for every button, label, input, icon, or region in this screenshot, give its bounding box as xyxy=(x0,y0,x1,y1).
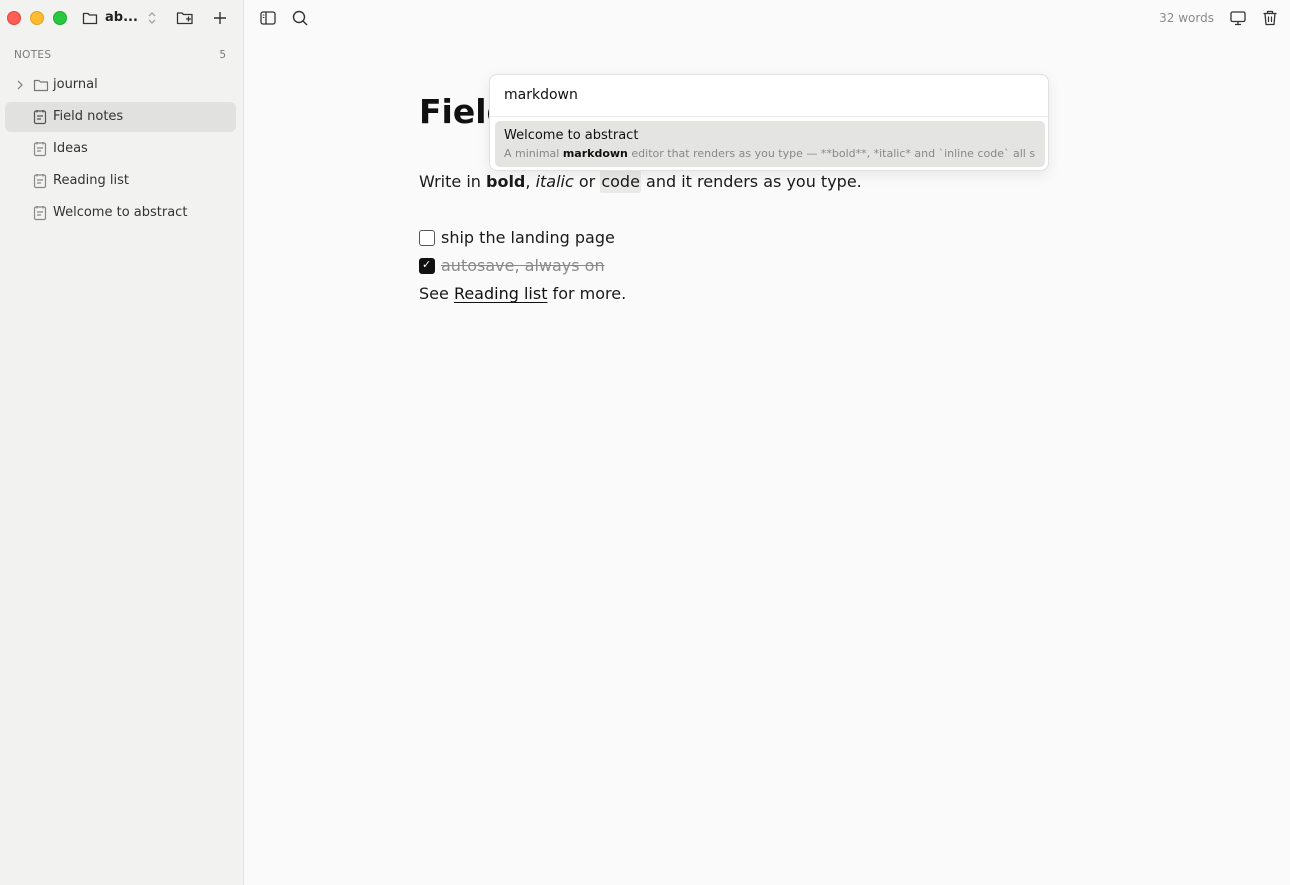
divider xyxy=(490,116,1048,117)
chevron-right-icon[interactable] xyxy=(15,79,25,91)
word-count: 32 words xyxy=(1159,11,1214,25)
text-segment: Write in xyxy=(419,172,486,191)
window-minimize-button[interactable] xyxy=(30,11,44,25)
sidebar-item-reading-list[interactable]: Reading list xyxy=(5,166,236,196)
sidebar-item-label: Ideas xyxy=(53,141,88,156)
sidebar-item-journal[interactable]: journal xyxy=(5,70,236,100)
sidebar: ab... NOTES 5 journal Field notes Ideas xyxy=(0,0,244,885)
notes-section-header: NOTES 5 xyxy=(14,49,226,63)
new-folder-button[interactable] xyxy=(176,9,194,27)
sidebar-item-ideas[interactable]: Ideas xyxy=(5,134,236,164)
note-link-reading-list[interactable]: Reading list xyxy=(454,284,548,303)
text-segment: , xyxy=(525,172,536,191)
search-result-snippet: A minimal markdown editor that renders a… xyxy=(504,147,1036,160)
search-input[interactable] xyxy=(504,87,1024,103)
task-checkbox[interactable] xyxy=(419,230,435,246)
task-text[interactable]: ship the landing page xyxy=(441,228,615,247)
window-maximize-button[interactable] xyxy=(53,11,67,25)
sidebar-item-label: Welcome to abstract xyxy=(53,205,188,220)
sidebar-item-welcome-to-abstract[interactable]: Welcome to abstract xyxy=(5,198,236,228)
new-note-button[interactable] xyxy=(211,9,229,27)
inline-code: code xyxy=(600,170,641,193)
text-segment: See xyxy=(419,284,454,303)
search-match-highlight: markdown xyxy=(562,147,628,160)
workspace-switcher-icon[interactable] xyxy=(145,10,159,26)
toggle-sidebar-icon[interactable] xyxy=(259,9,277,27)
trash-icon[interactable] xyxy=(1261,9,1279,27)
search-popup: Welcome to abstract A minimal markdown e… xyxy=(489,74,1049,171)
sidebar-item-label: journal xyxy=(53,77,98,92)
text-segment: and it renders as you type. xyxy=(640,172,862,191)
sidebar-item-label: Field notes xyxy=(53,109,124,124)
text-segment: editor that renders as you type — **bold… xyxy=(627,147,1036,160)
search-icon[interactable] xyxy=(291,9,309,27)
notes-header-label: NOTES xyxy=(14,49,52,61)
sidebar-item-label: Reading list xyxy=(53,173,129,188)
paragraph[interactable]: Write in bold, italic or code and it ren… xyxy=(419,170,862,193)
search-result-title: Welcome to abstract xyxy=(504,128,639,143)
folder-icon xyxy=(33,77,49,93)
text-segment: for more. xyxy=(547,284,627,303)
text-segment: or xyxy=(573,172,601,191)
text-segment: A minimal xyxy=(504,147,563,160)
present-icon[interactable] xyxy=(1229,9,1247,27)
workspace-folder-icon xyxy=(82,10,98,26)
italic-text: italic xyxy=(535,172,574,191)
window-close-button[interactable] xyxy=(7,11,21,25)
search-result-item[interactable]: Welcome to abstract A minimal markdown e… xyxy=(495,121,1045,167)
notes-count: 5 xyxy=(219,49,226,61)
paragraph[interactable]: See Reading list for more. xyxy=(419,284,626,303)
note-icon xyxy=(33,109,47,125)
workspace-name[interactable]: ab... xyxy=(105,10,138,25)
task-text[interactable]: autosave, always on xyxy=(441,256,605,275)
note-icon xyxy=(33,205,47,221)
task-checkbox-checked[interactable] xyxy=(419,258,435,274)
bold-text: bold xyxy=(486,172,526,191)
note-icon xyxy=(33,173,47,189)
note-icon xyxy=(33,141,47,157)
sidebar-item-field-notes[interactable]: Field notes xyxy=(5,102,236,132)
